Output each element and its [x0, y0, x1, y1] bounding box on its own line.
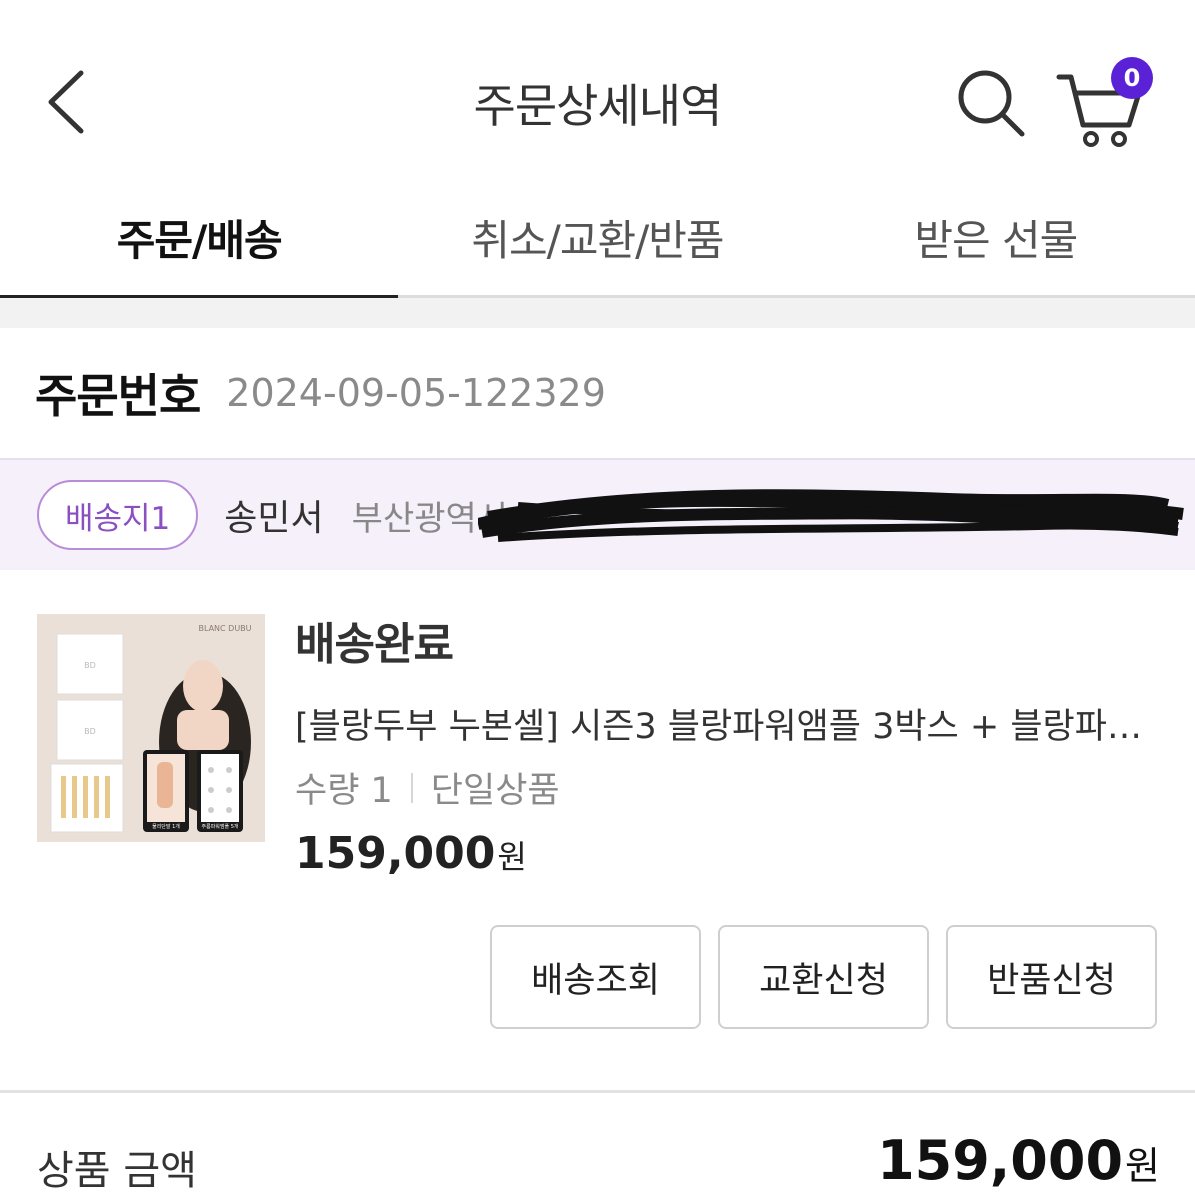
search-button[interactable]: [950, 62, 1030, 142]
search-icon: [958, 70, 1025, 137]
order-item: BLANC DUBU BD BD 물리단말 1개 주름파워앰플 5개 배송완료 …: [0, 570, 1195, 1090]
svg-text:주름파워앰플 5개: 주름파워앰플 5개: [202, 823, 239, 830]
order-tabs: 주문/배송 취소/교환/반품 받은 선물: [0, 180, 1195, 298]
svg-text:BD: BD: [84, 661, 96, 670]
cart-button[interactable]: 0: [1055, 55, 1165, 147]
product-option: 단일상품: [430, 771, 560, 811]
product-image: BLANC DUBU BD BD 물리단말 1개 주름파워앰플 5개: [37, 614, 265, 842]
order-number-label: 주문번호: [35, 369, 201, 423]
app-header: 주문상세내역 0: [0, 0, 1195, 180]
redaction-scribble: [478, 489, 1184, 542]
order-number-row: 주문번호 2024-09-05-122329: [0, 328, 1195, 458]
svg-text:BLANC DUBU: BLANC DUBU: [198, 624, 251, 633]
shipping-address-text: 부산광역시: [351, 498, 509, 539]
product-thumbnail[interactable]: BLANC DUBU BD BD 물리단말 1개 주름파워앰플 5개: [37, 614, 265, 842]
cart-count-badge: 0: [1111, 57, 1153, 99]
section-separator: [0, 298, 1195, 328]
tab-received-gifts[interactable]: 받은 선물: [797, 180, 1195, 295]
product-amount: 159,000원: [877, 1129, 1160, 1192]
meta-divider: [410, 772, 413, 803]
tab-cancel-exchange-return[interactable]: 취소/교환/반품: [398, 180, 796, 295]
price-summary: 상품 금액 159,000원: [0, 1093, 1195, 1195]
delivery-status: 배송완료: [295, 619, 454, 670]
recipient-name: 송민서: [224, 498, 324, 539]
product-amount-currency: 원: [1125, 1144, 1160, 1188]
product-quantity: 수량 1: [295, 771, 393, 811]
product-name[interactable]: [블랑두부 누본셀] 시즌3 블랑파워앰플 3박스 + 블랑파워핏: [295, 698, 1155, 749]
track-delivery-button[interactable]: 배송조회: [490, 925, 701, 1029]
request-exchange-button[interactable]: 교환신청: [718, 925, 929, 1029]
product-amount-value: 159,000: [877, 1129, 1124, 1192]
request-return-button[interactable]: 반품신청: [946, 925, 1157, 1029]
product-price-value: 159,000: [295, 828, 496, 879]
product-meta: 수량 1 단일상품: [295, 762, 560, 813]
product-amount-label: 상품 금액: [37, 1148, 197, 1194]
order-number-value: 2024-09-05-122329: [226, 371, 606, 415]
svg-text:BD: BD: [84, 727, 96, 736]
svg-text:물리단말 1개: 물리단말 1개: [152, 823, 180, 830]
order-actions: 배송조회 교환신청 반품신청: [490, 925, 1157, 1029]
shipping-address-bar: 배송지1 송민서 부산광역시: [0, 458, 1195, 570]
product-price-currency: 원: [497, 838, 527, 876]
tab-order-delivery[interactable]: 주문/배송: [0, 180, 399, 298]
product-price: 159,000원: [295, 828, 527, 879]
shipping-address-chip[interactable]: 배송지1: [37, 480, 199, 550]
